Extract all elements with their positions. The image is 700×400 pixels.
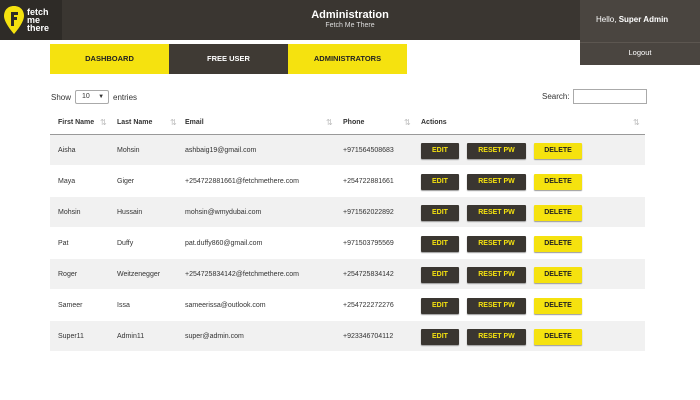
delete-button[interactable]: DELETE bbox=[534, 143, 582, 159]
search-input[interactable] bbox=[572, 89, 647, 104]
reset-password-button[interactable]: RESET PW bbox=[467, 329, 526, 345]
logo-word-3: there bbox=[27, 23, 50, 33]
table-row: Sameer Issa sameerissa@outlook.com +2547… bbox=[50, 290, 645, 321]
cell-last-name: Mohsin bbox=[117, 147, 140, 154]
cell-phone: +254722881661 bbox=[343, 178, 394, 185]
cell-last-name: Duffy bbox=[117, 240, 134, 247]
tab-dashboard[interactable]: DASHBOARD bbox=[50, 44, 169, 74]
cell-email: +254722881661@fetchmethere.com bbox=[185, 178, 299, 185]
table-row: Maya Giger +254722881661@fetchmethere.co… bbox=[50, 166, 645, 197]
edit-button[interactable]: EDIT bbox=[421, 143, 459, 159]
users-table: First Name ⇅ Last Name ⇅ Email ⇅ Phone ⇅… bbox=[50, 110, 645, 352]
reset-password-button[interactable]: RESET PW bbox=[467, 143, 526, 159]
cell-first-name: Pat bbox=[58, 240, 69, 247]
cell-email: sameerissa@outlook.com bbox=[185, 302, 266, 309]
cell-first-name: Sameer bbox=[58, 302, 83, 309]
cell-email: super@admin.com bbox=[185, 333, 244, 340]
user-greeting: Hello, Super Admin bbox=[596, 15, 668, 24]
greeting-text: Hello, bbox=[596, 15, 617, 24]
delete-button[interactable]: DELETE bbox=[534, 329, 582, 345]
entries-length-control: Show 10 ▼ entries bbox=[51, 90, 137, 104]
sort-icon[interactable]: ⇅ bbox=[100, 110, 107, 135]
edit-button[interactable]: EDIT bbox=[421, 329, 459, 345]
tab-administrators[interactable]: ADMINISTRATORS bbox=[288, 44, 407, 74]
cell-phone: +971503795569 bbox=[343, 240, 394, 247]
delete-button[interactable]: DELETE bbox=[534, 174, 582, 190]
cell-phone: +254722272276 bbox=[343, 302, 394, 309]
user-panel: Hello, Super Admin Logout bbox=[580, 0, 700, 65]
cell-last-name: Admin11 bbox=[117, 333, 145, 340]
sort-icon[interactable]: ⇅ bbox=[633, 110, 640, 135]
cell-last-name: Giger bbox=[117, 178, 135, 185]
cell-phone: +971564508683 bbox=[343, 147, 394, 154]
cell-email: +254725834142@fetchmethere.com bbox=[185, 271, 299, 278]
delete-button[interactable]: DELETE bbox=[534, 267, 582, 283]
header-phone[interactable]: Phone bbox=[343, 110, 364, 135]
edit-button[interactable]: EDIT bbox=[421, 205, 459, 221]
header-actions[interactable]: Actions bbox=[421, 110, 447, 135]
table-row: Pat Duffy pat.duffy860@gmail.com +971503… bbox=[50, 228, 645, 259]
header-email[interactable]: Email bbox=[185, 110, 204, 135]
user-name: Super Admin bbox=[618, 15, 669, 24]
sort-icon[interactable]: ⇅ bbox=[170, 110, 177, 135]
table-row: Roger Weitzenegger +254725834142@fetchme… bbox=[50, 259, 645, 290]
chevron-down-icon: ▼ bbox=[98, 94, 105, 100]
reset-password-button[interactable]: RESET PW bbox=[467, 174, 526, 190]
cell-first-name: Aisha bbox=[58, 147, 76, 154]
delete-button[interactable]: DELETE bbox=[534, 205, 582, 221]
cell-last-name: Hussain bbox=[117, 209, 143, 216]
cell-first-name: Roger bbox=[58, 271, 78, 278]
table-row: Aisha Mohsin ashbaig19@gmail.com +971564… bbox=[50, 135, 645, 166]
cell-email: pat.duffy860@gmail.com bbox=[185, 240, 263, 247]
nav-tabs: DASHBOARD FREE USER ADMINISTRATORS bbox=[50, 44, 407, 74]
cell-first-name: Mohsin bbox=[58, 209, 81, 216]
reset-password-button[interactable]: RESET PW bbox=[467, 236, 526, 252]
edit-button[interactable]: EDIT bbox=[421, 236, 459, 252]
entries-label: entries bbox=[113, 92, 138, 102]
cell-first-name: Super11 bbox=[58, 333, 84, 340]
sort-icon[interactable]: ⇅ bbox=[404, 110, 411, 135]
cell-last-name: Issa bbox=[117, 302, 130, 309]
table-row: Super11 Admin11 super@admin.com +9233467… bbox=[50, 321, 645, 352]
sort-icon[interactable]: ⇅ bbox=[326, 110, 333, 135]
delete-button[interactable]: DELETE bbox=[534, 298, 582, 314]
tab-free-user[interactable]: FREE USER bbox=[169, 44, 288, 74]
cell-email: mohsin@wmydubai.com bbox=[185, 209, 262, 216]
delete-button[interactable]: DELETE bbox=[534, 236, 582, 252]
cell-phone: +254725834142 bbox=[343, 271, 394, 278]
reset-password-button[interactable]: RESET PW bbox=[467, 205, 526, 221]
header-last-name[interactable]: Last Name bbox=[117, 110, 152, 135]
entries-select-value: 10 bbox=[82, 93, 90, 100]
cell-phone: +971562022892 bbox=[343, 209, 394, 216]
search-label: Search: bbox=[542, 92, 570, 101]
header-first-name[interactable]: First Name bbox=[58, 110, 94, 135]
cell-email: ashbaig19@gmail.com bbox=[185, 147, 257, 154]
cell-last-name: Weitzenegger bbox=[117, 271, 161, 278]
entries-select[interactable]: 10 ▼ bbox=[75, 90, 110, 104]
logo-icon bbox=[4, 6, 24, 34]
table-row: Mohsin Hussain mohsin@wmydubai.com +9715… bbox=[50, 197, 645, 228]
logo-wordmark: fetch me there bbox=[27, 8, 50, 33]
cell-first-name: Maya bbox=[58, 178, 76, 185]
reset-password-button[interactable]: RESET PW bbox=[467, 298, 526, 314]
show-label: Show bbox=[51, 92, 72, 102]
logout-button[interactable]: Logout bbox=[580, 42, 700, 62]
search-control: Search: bbox=[542, 89, 647, 104]
edit-button[interactable]: EDIT bbox=[421, 174, 459, 190]
edit-button[interactable]: EDIT bbox=[421, 298, 459, 314]
logo[interactable]: fetch me there bbox=[0, 0, 62, 40]
reset-password-button[interactable]: RESET PW bbox=[467, 267, 526, 283]
cell-phone: +923346704112 bbox=[343, 333, 394, 340]
edit-button[interactable]: EDIT bbox=[421, 267, 459, 283]
table-header: First Name ⇅ Last Name ⇅ Email ⇅ Phone ⇅… bbox=[50, 110, 645, 135]
